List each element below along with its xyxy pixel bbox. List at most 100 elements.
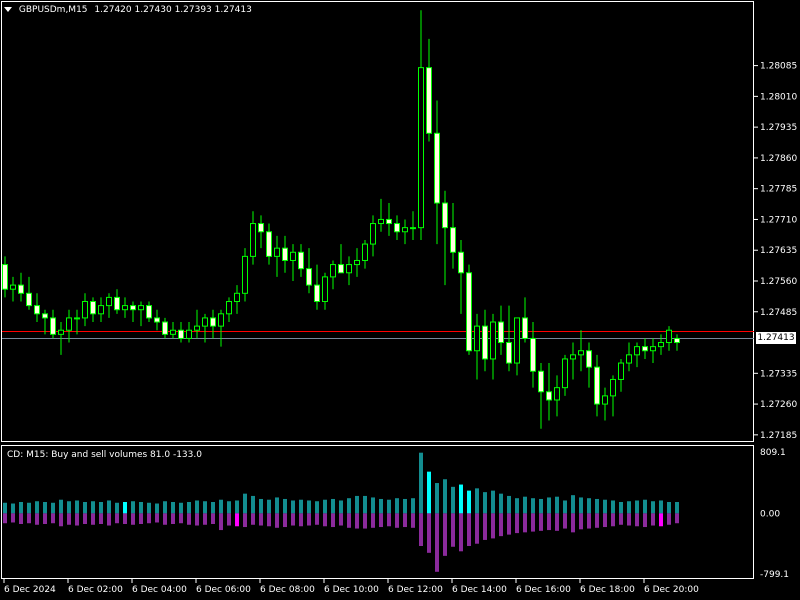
buy-volume-bar xyxy=(371,497,375,514)
candle-body xyxy=(506,342,512,364)
time-tick-label: 6 Dec 2024 xyxy=(4,585,56,595)
sell-volume-bar xyxy=(355,513,359,529)
candle-body xyxy=(450,227,456,253)
price-tick-label: 1.28010 xyxy=(760,92,797,102)
sell-volume-bar xyxy=(667,513,671,525)
sell-volume-bar xyxy=(163,513,167,525)
candle-body xyxy=(378,218,384,225)
candle-body xyxy=(298,251,304,270)
sell-volume-bar xyxy=(627,513,631,526)
sell-volume-bar xyxy=(363,513,367,529)
sell-volume-bar xyxy=(11,513,15,523)
candle-body xyxy=(330,264,336,278)
sell-volume-bar xyxy=(379,513,383,528)
buy-volume-bar xyxy=(499,493,503,514)
buy-volume-bar xyxy=(387,499,391,514)
buy-volume-bar xyxy=(555,496,559,514)
buy-volume-bar xyxy=(547,497,551,514)
sell-volume-bar xyxy=(419,513,423,546)
indicator-title: CD: M15: Buy and sell volumes 81.0 -133.… xyxy=(7,450,202,460)
sell-volume-bar xyxy=(515,513,519,534)
sell-volume-bar xyxy=(107,513,111,526)
buy-volume-bar xyxy=(219,499,223,514)
buy-volume-bar xyxy=(587,498,591,514)
buy-volume-bar xyxy=(643,499,647,514)
time-tick-label: 6 Dec 10:00 xyxy=(324,585,379,595)
candle-body xyxy=(482,325,488,360)
sell-volume-bar xyxy=(411,513,415,528)
candle-body xyxy=(442,202,448,229)
sell-volume-bar xyxy=(475,513,479,544)
triangle-down-icon[interactable] xyxy=(4,6,12,13)
sell-volume-bar xyxy=(603,513,607,528)
buy-volume-bar xyxy=(283,498,287,514)
buy-volume-bar xyxy=(235,500,239,514)
sell-volume-bar xyxy=(579,513,583,530)
last-price-tag: 1.27413 xyxy=(756,332,796,344)
sell-volume-bar xyxy=(83,513,87,524)
chart-canvas[interactable]: 1.28085 1.28010 1.27935 1.27860 1.27785 1.277… xyxy=(0,0,800,600)
sell-volume-bar xyxy=(179,513,183,524)
price-tick-label: 1.27860 xyxy=(760,154,797,164)
sell-volume-bar xyxy=(635,513,639,527)
buy-volume-bar xyxy=(619,502,623,514)
buy-volume-bar xyxy=(91,501,95,514)
buy-volume-bar xyxy=(331,498,335,514)
chart-title[interactable]: GBPUSDm,M15 1.27420 1.27430 1.27393 1.27… xyxy=(4,5,252,15)
candle-body xyxy=(338,264,344,274)
buy-volume-bar xyxy=(667,502,671,514)
sell-volume-bar xyxy=(307,513,311,526)
candle-body xyxy=(426,67,432,134)
sell-volume-bar xyxy=(123,513,127,524)
sell-volume-bar xyxy=(299,513,303,527)
buy-volume-bar xyxy=(251,495,255,514)
candle-body xyxy=(122,305,128,311)
candle-body xyxy=(410,227,416,230)
buy-volume-bar xyxy=(627,501,631,514)
candle-body xyxy=(554,387,560,401)
candle-body xyxy=(18,284,24,294)
sell-volume-bar xyxy=(619,513,623,525)
buy-volume-bar xyxy=(563,500,567,514)
sell-volume-bar xyxy=(491,513,495,539)
buy-volume-bar xyxy=(467,490,471,514)
sell-volume-bar xyxy=(283,513,287,528)
sell-volume-bar xyxy=(99,513,103,524)
candle-body xyxy=(282,247,288,261)
sell-volume-bar xyxy=(339,513,343,526)
sell-volume-bar xyxy=(427,513,431,553)
sell-volume-bar xyxy=(467,513,471,546)
candle-body xyxy=(98,305,104,315)
buy-volume-bar xyxy=(395,498,399,514)
sell-volume-bar xyxy=(267,513,271,527)
price-axis[interactable]: 1.28085 1.28010 1.27935 1.27860 1.27785 1.277… xyxy=(754,62,797,441)
volume-bars-layer xyxy=(3,452,679,572)
candle-body xyxy=(82,301,88,319)
candle-body xyxy=(362,243,368,261)
sell-volume-bar xyxy=(571,513,575,533)
candle-body xyxy=(106,296,112,307)
sell-volume-bar xyxy=(243,513,247,528)
buy-volume-bar xyxy=(443,479,447,514)
buy-volume-bar xyxy=(491,490,495,514)
sell-volume-bar xyxy=(347,513,351,528)
buy-volume-bar xyxy=(651,501,655,514)
candle-body xyxy=(546,391,552,401)
candle-body xyxy=(514,317,520,364)
candle-body xyxy=(394,223,400,233)
candle-body xyxy=(610,378,616,397)
sell-volume-bar xyxy=(187,513,191,525)
sell-volume-bar xyxy=(315,513,319,525)
candle-body xyxy=(234,292,240,303)
main-chart-frame xyxy=(1,1,754,442)
candle-body xyxy=(90,301,96,315)
time-axis[interactable]: 6 Dec 2024 6 Dec 02:00 6 Dec 04:00 6 Dec 06… xyxy=(3,579,699,595)
sell-volume-bar xyxy=(595,513,599,528)
candle-body xyxy=(490,321,496,360)
price-tick-label: 1.28085 xyxy=(760,62,797,72)
buy-volume-bar xyxy=(307,500,311,514)
buy-volume-bar xyxy=(75,500,79,514)
candle-body xyxy=(266,231,272,257)
candle-body xyxy=(42,313,48,319)
sell-volume-bar xyxy=(611,513,615,527)
